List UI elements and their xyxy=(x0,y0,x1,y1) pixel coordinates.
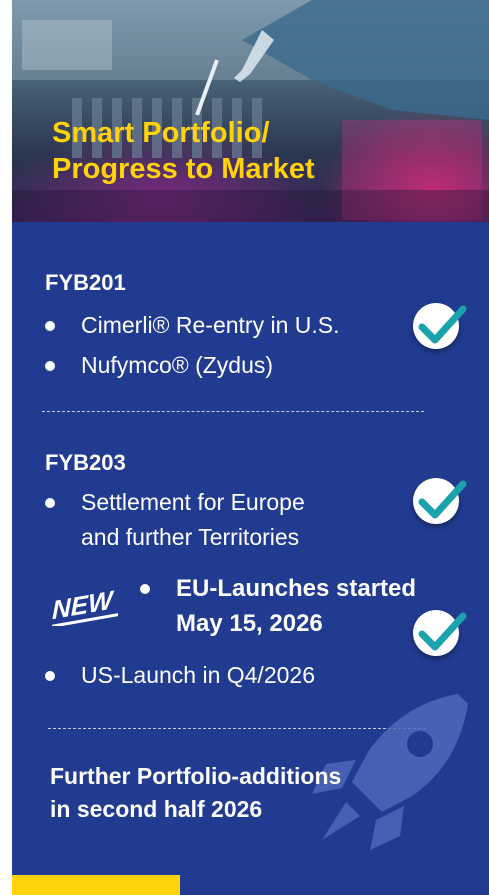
further-additions-text: Further Portfolio-additions in second ha… xyxy=(50,763,342,822)
hero-image: Smart Portfolio/ Progress to Market xyxy=(12,0,489,222)
checkmark-icon xyxy=(413,478,467,524)
bullet-dot xyxy=(140,584,150,594)
accent-bar xyxy=(12,875,180,895)
hero-title-line2: Progress to Market xyxy=(52,153,315,185)
portfolio-panel: Smart Portfolio/ Progress to Market FYB2… xyxy=(12,0,489,895)
list-item-new: EU-Launches started May 15, 2026 xyxy=(140,571,416,641)
bullet-dot xyxy=(45,361,55,371)
list-item: Cimerli® Re-entry in U.S. xyxy=(45,308,340,343)
list-item: US-Launch in Q4/2026 xyxy=(45,658,315,693)
section-divider xyxy=(42,411,424,412)
section-heading-fyb201: FYB201 xyxy=(45,270,126,295)
list-item: Nufymco® (Zydus) xyxy=(45,348,273,383)
bullet-dot xyxy=(45,671,55,681)
bullet-dot xyxy=(45,498,55,508)
checkmark-icon xyxy=(413,610,467,656)
bullet-dot xyxy=(45,321,55,331)
checkmark-icon xyxy=(413,303,467,349)
hero-title: Smart Portfolio/ Progress to Market xyxy=(52,115,315,187)
hero-title-line1: Smart Portfolio/ xyxy=(52,117,270,149)
new-badge-text: NEW xyxy=(52,584,115,625)
lab-pipette-illustration xyxy=(12,0,489,222)
list-item: Settlement for Europe and further Territ… xyxy=(45,485,305,555)
section-heading-fyb203: FYB203 xyxy=(45,450,126,475)
new-badge-icon: NEW xyxy=(52,584,118,626)
